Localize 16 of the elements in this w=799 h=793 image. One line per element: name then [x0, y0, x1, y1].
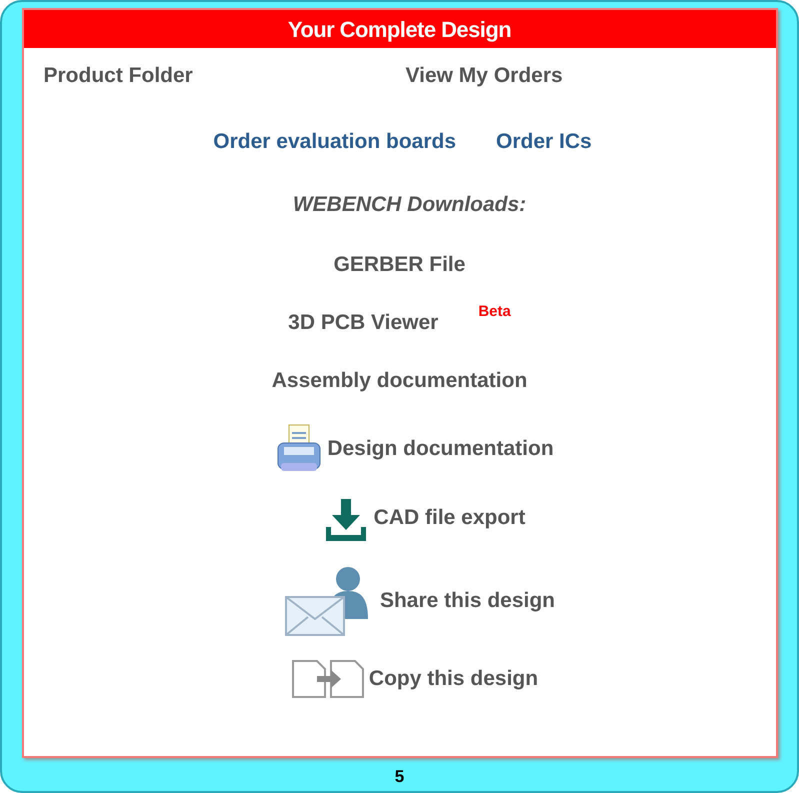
nav-link[interactable]: Product Folder [44, 64, 193, 87]
panel-title: Your Complete Design [288, 16, 512, 44]
nav-link[interactable]: View My Orders [406, 64, 563, 87]
download-link[interactable]: GERBER File [334, 248, 466, 280]
beta-label: Beta [478, 302, 511, 322]
action-link[interactable]: Design documentation [327, 432, 554, 464]
download-link[interactable]: Assembly documentation [272, 364, 528, 396]
downloads-heading: WEBENCH Downloads: [292, 192, 526, 218]
action-link[interactable]: Copy this design [368, 662, 538, 694]
download-link[interactable]: 3D PCB Viewer [288, 306, 438, 338]
copy-icon [290, 658, 365, 698]
page-number: 5 [394, 766, 404, 788]
order-link[interactable]: Order ICs [496, 126, 592, 157]
action-link[interactable]: CAD file export [374, 502, 526, 534]
order-link[interactable]: Order evaluation boards [213, 126, 456, 157]
action-link[interactable]: Share this design [380, 584, 556, 616]
